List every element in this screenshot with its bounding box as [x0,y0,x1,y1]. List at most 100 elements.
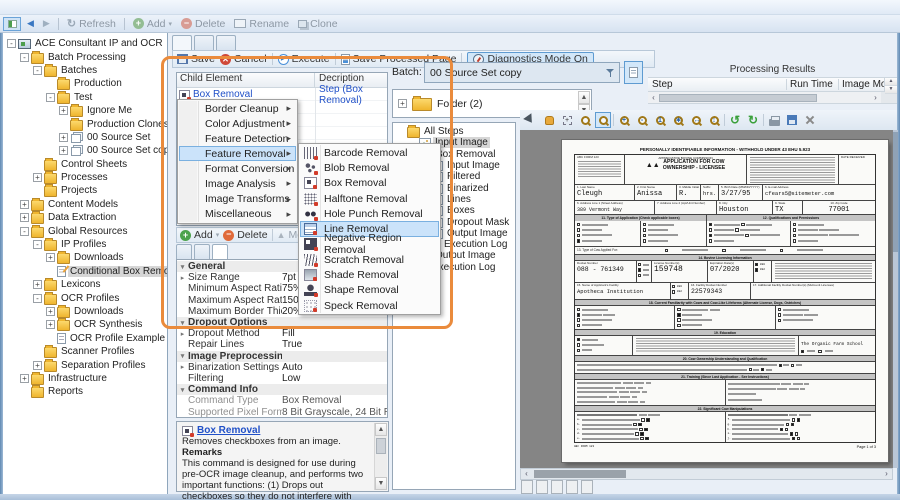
tree-expander[interactable]: - [33,240,42,249]
tree-item[interactable]: + Ignore Me [3,104,167,117]
zoom-select-tool-button[interactable] [595,112,611,128]
fit-width-button[interactable]: ↔ [688,112,704,128]
rename-button[interactable]: Rename [231,18,292,30]
tree-item[interactable]: Projects [3,184,167,197]
tree-expander[interactable]: + [46,307,55,316]
scroll-left-icon[interactable]: ‹ [521,469,532,479]
tree-item[interactable]: OCR Profile Example [3,332,167,345]
scroll-thumb[interactable] [659,94,817,102]
delete-button[interactable]: −Delete [178,18,228,30]
tree-item[interactable]: Production Clones [3,117,167,130]
pointer-tool-button[interactable] [523,112,539,128]
scroll-right-icon[interactable]: › [881,469,892,479]
tree-expander[interactable]: + [59,133,68,142]
results-spinner[interactable]: ▲▼ [884,78,897,91]
rotate-left-button[interactable]: ↺ [727,112,743,128]
tree-item[interactable]: + Downloads [3,251,167,264]
image-preview-area[interactable]: PERSONALLY IDENTIFIABLE INFORMATION - WI… [520,130,893,468]
tree-item[interactable]: - Test [3,91,167,104]
property-row[interactable]: Repair Lines True [177,339,387,350]
tab[interactable] [172,35,192,50]
view-page-button[interactable] [624,61,643,84]
add-button[interactable]: +Add▾ [130,18,175,30]
tree-item[interactable]: + Data Extraction [3,211,167,224]
tree-expander[interactable]: + [46,253,55,262]
tree-expander[interactable]: + [20,200,29,209]
property-expander[interactable]: ▾ [177,352,188,360]
scroll-right-icon[interactable]: › [870,93,881,103]
property-row[interactable]: ▸ Binarization Settings Auto [177,362,387,373]
tree-expander[interactable]: + [59,106,68,115]
tree-item[interactable]: Scanner Profiles [3,345,167,358]
filter-icon[interactable] [606,69,614,77]
magnifier-tool-button[interactable] [577,112,593,128]
property-row[interactable]: Filtering Low [177,373,387,384]
tree-item[interactable]: + 00 Source Set copy [3,144,167,157]
batch-dropdown[interactable]: 00 Source Set copy [424,62,620,83]
tree-item[interactable]: - ACE Consultant IP and OCR [3,37,167,50]
tree-expander[interactable]: - [46,93,55,102]
scroll-up-icon[interactable]: ▲ [578,91,590,104]
property-value[interactable]: Low [282,373,387,384]
tab[interactable] [216,35,236,50]
tree-item[interactable]: + Content Models [3,198,167,211]
results-hscrollbar[interactable]: ‹ › [648,92,897,104]
column-header-step[interactable]: Step [648,79,786,90]
preview-horizontal-scrollbar[interactable]: ‹ › [520,468,893,480]
tree-expander[interactable]: + [33,173,42,182]
fit-height-button[interactable]: ↕ [706,112,722,128]
back-button[interactable]: ◀ [24,18,37,29]
tree-item[interactable]: + Processes [3,171,167,184]
column-header-run-time[interactable]: Run Time [786,79,838,90]
add-dropdown-caret[interactable]: ▾ [169,20,173,28]
column-header-image-mode[interactable]: Image Mo [838,79,884,90]
tree-expander[interactable]: + [46,320,55,329]
clone-button[interactable]: Clone [295,18,340,30]
tree-item[interactable]: - Batches [3,64,167,77]
tree-expander[interactable]: + [20,374,29,383]
print-button[interactable] [766,112,782,128]
property-expander[interactable]: ▸ [177,363,188,371]
tree-expander[interactable]: - [20,227,29,236]
spin-down-icon[interactable]: ▼ [885,86,897,94]
tree-item[interactable]: + Lexicons [3,278,167,291]
tree-item[interactable]: - Batch Processing [3,50,167,63]
property-value[interactable]: True [282,339,387,350]
property-row[interactable]: Supported Pixel Formats 8 Bit Grayscale,… [177,406,387,417]
tree-item[interactable]: + 00 Source Set [3,131,167,144]
property-expander[interactable]: ▾ [177,386,188,394]
zoom-actual-button[interactable]: 1 [652,112,668,128]
tree-item[interactable]: Control Sheets [3,158,167,171]
spin-up-icon[interactable]: ▲ [885,78,897,86]
tree-item[interactable]: + Downloads [3,305,167,318]
viewer-settings-button[interactable] [802,112,818,128]
property-row[interactable]: ▾ Image Preprocessing [177,351,387,362]
tree-item[interactable]: Production [3,77,167,90]
tree-expander[interactable]: + [33,361,42,370]
refresh-button[interactable]: ↻Refresh [64,17,119,30]
nav-panel-toggle-button[interactable] [3,17,21,31]
property-value[interactable]: Auto [282,362,387,373]
zoom-fit-button[interactable]: ∗ [670,112,686,128]
tree-expander[interactable]: + [59,146,68,155]
property-expander[interactable]: ▸ [177,330,188,338]
preview-vertical-scrollbar[interactable] [893,130,898,468]
zoom-out-button[interactable]: - [634,112,650,128]
tree-item[interactable]: + Infrastructure [3,372,167,385]
property-row[interactable]: ▾ Command Info [177,384,387,395]
forward-button[interactable]: ▶ [40,18,53,29]
zoom-in-button[interactable]: + [616,112,632,128]
tree-expander[interactable]: + [20,213,29,222]
tree-expander[interactable]: - [7,39,16,48]
tree-expander[interactable]: + [33,280,42,289]
description-scrollbar[interactable]: ▲ ▼ [374,423,387,490]
scroll-up-icon[interactable]: ▲ [375,423,387,436]
tree-item[interactable]: + Separation Profiles [3,358,167,371]
tab[interactable] [194,35,214,50]
scroll-left-icon[interactable]: ‹ [648,93,659,103]
scroll-down-icon[interactable]: ▼ [375,477,387,490]
tree-item[interactable]: - Global Resources [3,224,167,237]
pan-tool-button[interactable] [541,112,557,128]
property-value[interactable]: Fill [282,328,387,339]
tree-expander[interactable]: - [33,66,42,75]
